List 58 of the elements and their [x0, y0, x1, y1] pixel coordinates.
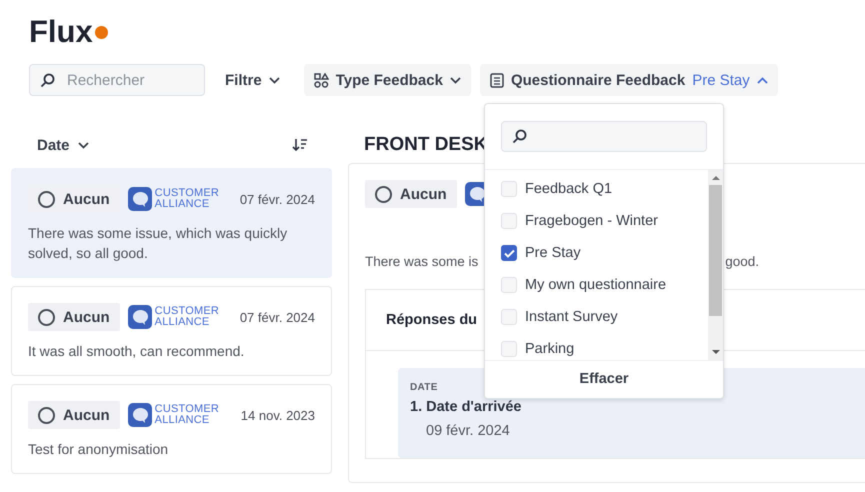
status-tag[interactable]: Aucun [28, 303, 120, 331]
filter-button[interactable]: Filtre [215, 64, 290, 96]
chevron-down-icon [450, 76, 461, 84]
answer-value: 09 févr. 2024 [426, 423, 511, 439]
feedback-text: It was all smooth, can recommend. [28, 342, 246, 361]
feedback-card[interactable]: Aucun CUSTOMER ALLIANCE 07 févr. 2024 It was all smooth, can recommend. [11, 286, 332, 376]
feedback-date: 07 févr. 2024 [240, 192, 315, 206]
checkbox[interactable] [501, 245, 517, 261]
detail-title: FRONT DESK [364, 133, 488, 157]
question-text: 1. Date d'arrivée [410, 399, 522, 415]
chevron-down-icon [268, 76, 280, 84]
questionnaire-option[interactable]: Pre Stay [485, 237, 708, 269]
chevron-down-icon [78, 142, 89, 148]
scroll-up-arrow-icon[interactable] [712, 174, 720, 182]
sort-descending-icon [292, 138, 308, 152]
shapes-icon [314, 72, 329, 88]
feedback-date: 07 févr. 2024 [240, 310, 315, 324]
speech-bubble-logo-icon [128, 187, 152, 211]
circle-icon [38, 308, 55, 326]
circle-icon [38, 190, 55, 208]
date-sort-dropdown[interactable]: Date [37, 136, 89, 154]
type-feedback-button[interactable]: Type Feedback [304, 64, 471, 96]
feedback-text: There was some is [365, 254, 478, 269]
page-title: Flux [29, 14, 93, 50]
list-icon [490, 72, 504, 88]
speech-bubble-logo-icon [128, 403, 152, 427]
status-tag[interactable]: Aucun [28, 185, 120, 213]
circle-icon [375, 186, 392, 202]
brand-logo-text: CUSTOMER ALLIANCE [154, 306, 220, 328]
status-tag[interactable]: Aucun [28, 401, 120, 429]
brand-logo-text: CUSTOMER ALLIANCE [154, 404, 220, 426]
search-input[interactable]: Rechercher [65, 70, 185, 90]
status-tag[interactable]: Aucun [365, 180, 457, 208]
checkmark-icon [504, 248, 514, 258]
feedback-card[interactable]: Aucun CUSTOMER ALLIANCE 14 nov. 2023 Test for anonymisation [11, 384, 332, 474]
search-icon [40, 72, 55, 88]
feedback-text: Test for anonymisation [28, 440, 170, 459]
feedback-date: 14 nov. 2023 [240, 408, 315, 422]
brand-logo-text: CUSTOMER ALLIANCE [154, 188, 220, 210]
clear-button[interactable]: Effacer [485, 360, 723, 396]
questionnaire-option[interactable]: Fragebogen - Winter [485, 205, 708, 237]
speech-bubble-logo-icon [128, 305, 152, 329]
chevron-up-icon [756, 76, 768, 84]
feedback-text: good. [725, 254, 759, 269]
scrollbar[interactable] [708, 170, 723, 360]
scroll-down-arrow-icon[interactable] [712, 348, 720, 356]
questionnaire-option[interactable]: Instant Survey [485, 301, 708, 333]
questionnaire-filter-button[interactable]: Questionnaire Feedback Pre Stay [480, 64, 778, 96]
dropdown-search-field[interactable] [501, 121, 707, 152]
search-field[interactable]: Rechercher [29, 64, 205, 96]
circle-icon [38, 406, 55, 424]
feedback-text: There was some issue, which was quickly solved, so all good. [28, 224, 288, 263]
sort-order-button[interactable] [292, 138, 308, 152]
section-label: DATE [410, 382, 439, 393]
info-icon[interactable] [94, 26, 108, 39]
search-icon [512, 129, 527, 144]
questionnaire-option[interactable]: Feedback Q1 [485, 173, 708, 205]
feedback-card[interactable]: Aucun CUSTOMER ALLIANCE 07 févr. 2024 There was some issue, which was quickly solved, so all good. [11, 168, 332, 278]
